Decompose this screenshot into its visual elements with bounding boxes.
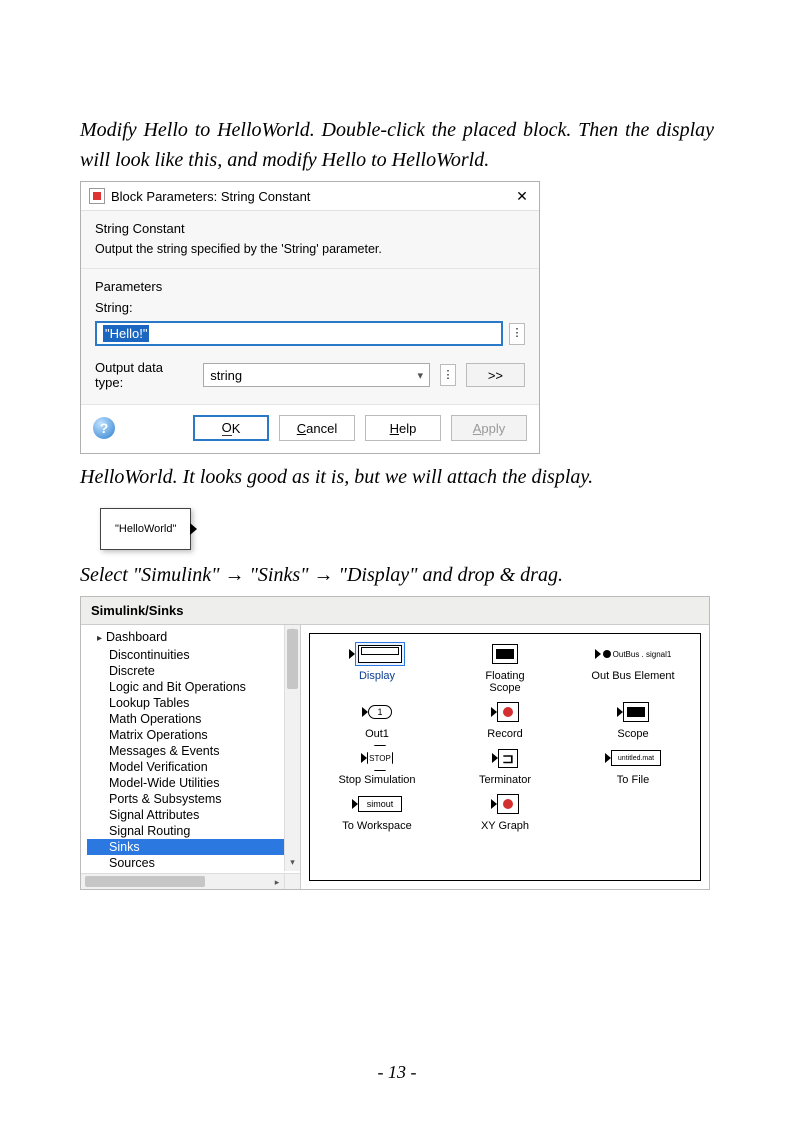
close-icon[interactable]: ✕: [515, 189, 529, 203]
block-to-workspace[interactable]: simout To Workspace: [314, 790, 440, 832]
string-more-button[interactable]: ⋮: [509, 323, 525, 345]
tree-item-discontinuities[interactable]: Discontinuities: [87, 647, 300, 663]
tree-item-model-wide-utilities[interactable]: Model-Wide Utilities: [87, 775, 300, 791]
tree-item-sources[interactable]: Sources: [87, 855, 300, 871]
block-parameters-dialog: Block Parameters: String Constant ✕ Stri…: [80, 181, 540, 454]
block-record[interactable]: Record: [442, 698, 568, 740]
paragraph-2: HelloWorld. It looks good as it is, but …: [80, 462, 714, 492]
block-stop-simulation[interactable]: STOP Stop Simulation: [314, 744, 440, 786]
library-breadcrumb: Simulink/Sinks: [81, 597, 709, 625]
block-floating-scope[interactable]: Floating Scope: [442, 640, 568, 694]
library-browser: Simulink/Sinks DashboardDiscontinuitiesD…: [80, 596, 710, 890]
library-tree[interactable]: DashboardDiscontinuitiesDiscreteLogic an…: [81, 625, 300, 875]
tree-item-sinks[interactable]: Sinks: [87, 839, 300, 855]
block-scope[interactable]: Scope: [570, 698, 696, 740]
tree-item-lookup-tables[interactable]: Lookup Tables: [87, 695, 300, 711]
tree-item-signal-attributes[interactable]: Signal Attributes: [87, 807, 300, 823]
helloworld-block[interactable]: "HelloWorld": [100, 508, 191, 550]
block-outbus-element[interactable]: OutBus . signal1 Out Bus Element: [570, 640, 696, 694]
tree-item-logic-and-bit-operations[interactable]: Logic and Bit Operations: [87, 679, 300, 695]
dialog-section-title: String Constant: [95, 221, 525, 236]
string-field-label: String:: [95, 300, 525, 315]
parameters-label: Parameters: [95, 279, 525, 294]
dialog-titlebar[interactable]: Block Parameters: String Constant ✕: [81, 182, 539, 211]
cancel-button[interactable]: Cancel: [279, 415, 355, 441]
paragraph-1: Modify Hello to HelloWorld. Double-click…: [80, 115, 714, 175]
horizontal-scrollbar[interactable]: ◂▸: [81, 873, 284, 889]
output-type-label: Output data type:: [95, 360, 193, 390]
page-number: - 13 -: [0, 1062, 794, 1083]
output-type-more-button[interactable]: ⋮: [440, 364, 456, 386]
block-to-file[interactable]: untitled.mat To File: [570, 744, 696, 786]
vertical-scrollbar[interactable]: ▴▾: [284, 625, 300, 871]
chevron-down-icon: ▾: [418, 369, 424, 382]
tree-item-discrete[interactable]: Discrete: [87, 663, 300, 679]
tree-item-signal-routing[interactable]: Signal Routing: [87, 823, 300, 839]
tree-item-ports-subsystems[interactable]: Ports & Subsystems: [87, 791, 300, 807]
block-out1[interactable]: 1 Out1: [314, 698, 440, 740]
apply-button: Apply: [451, 415, 527, 441]
block-display[interactable]: Display: [314, 640, 440, 694]
tree-item-dashboard[interactable]: Dashboard: [87, 629, 300, 647]
block-grid: Display Floating Scope OutBus . signal1 …: [314, 640, 696, 832]
output-port-icon: [190, 523, 197, 535]
string-input[interactable]: "Hello!": [95, 321, 503, 346]
block-xy-graph[interactable]: XY Graph: [442, 790, 568, 832]
dialog-description: Output the string specified by the 'Stri…: [95, 242, 525, 256]
dialog-icon: [89, 188, 105, 204]
forward-button[interactable]: >>: [466, 363, 525, 387]
dialog-title-text: Block Parameters: String Constant: [111, 189, 310, 204]
tree-item-model-verification[interactable]: Model Verification: [87, 759, 300, 775]
tree-item-matrix-operations[interactable]: Matrix Operations: [87, 727, 300, 743]
tree-item-messages-events[interactable]: Messages & Events: [87, 743, 300, 759]
ok-button[interactable]: OK: [193, 415, 269, 441]
tree-item-math-operations[interactable]: Math Operations: [87, 711, 300, 727]
help-button[interactable]: Help: [365, 415, 441, 441]
block-terminator[interactable]: ⊐ Terminator: [442, 744, 568, 786]
help-icon[interactable]: ?: [93, 417, 115, 439]
output-type-select[interactable]: string ▾: [203, 363, 430, 387]
paragraph-3: Select "Simulink" → "Sinks" → "Display" …: [80, 560, 714, 590]
